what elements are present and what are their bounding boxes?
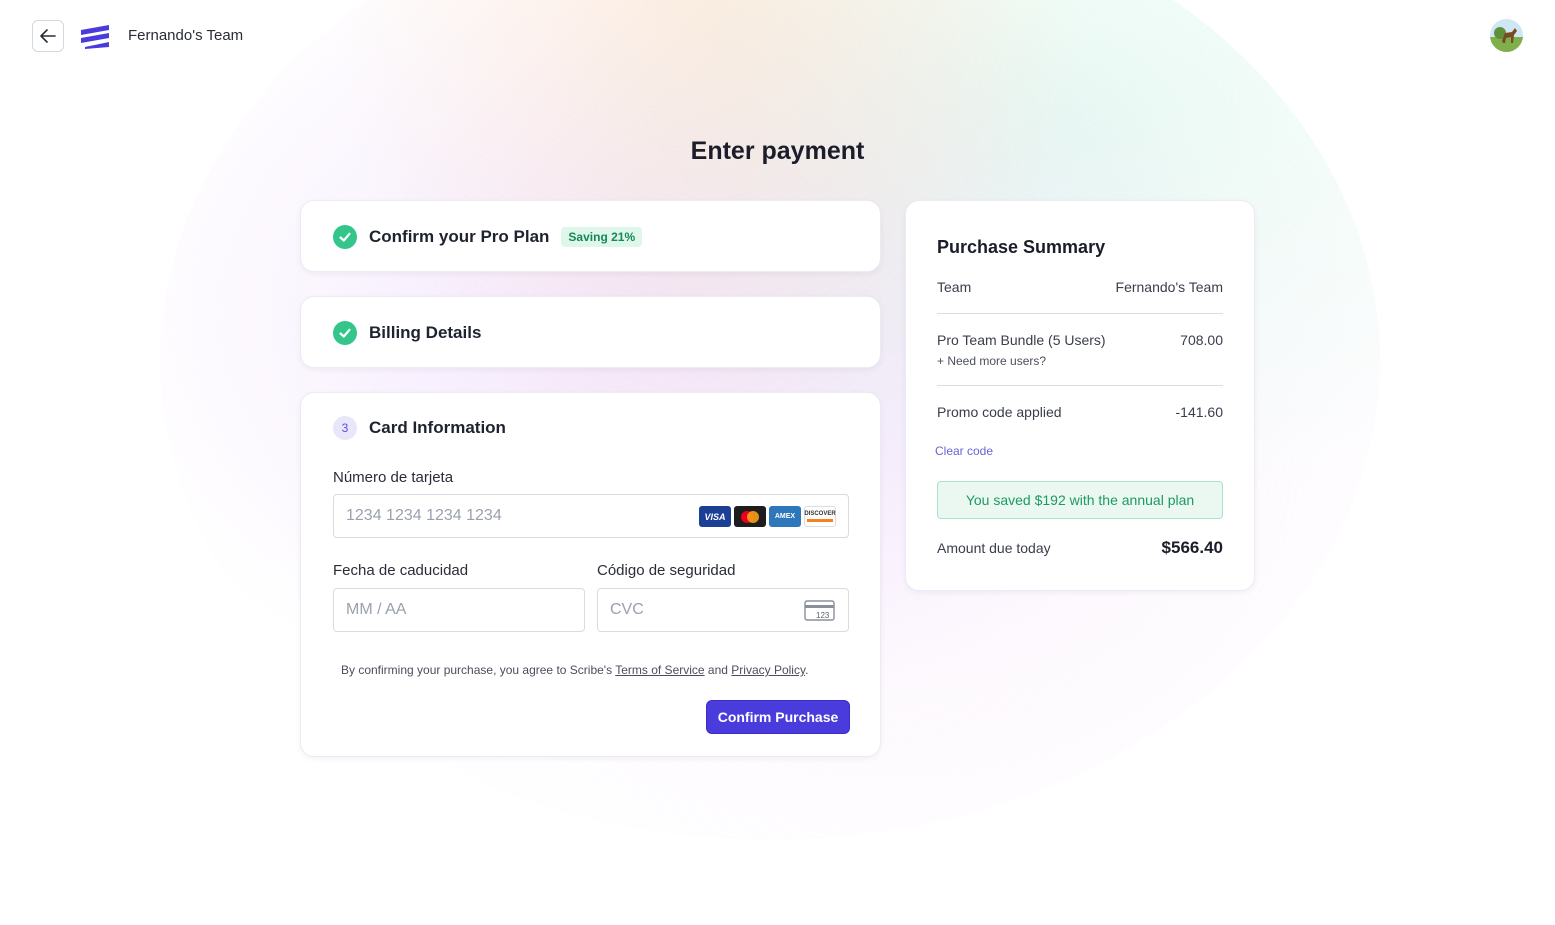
arrow-left-icon [40,29,56,43]
card-brand-logos: VISA AMEX DISCOVER [699,506,836,527]
card-info-step-card: 3 Card Information Número de tarjeta 123… [300,392,881,757]
team-name: Fernando's Team [128,27,244,44]
summary-title: Purchase Summary [937,237,1106,257]
cvc-placeholder: CVC [610,601,644,618]
mastercard-icon [734,506,766,527]
check-circle-icon [333,225,357,249]
team-row: Team Fernando's Team [937,279,1223,295]
billing-step-card[interactable]: Billing Details [300,296,881,368]
legal-and: and [704,663,732,677]
team-value: Fernando's Team [1115,279,1223,295]
legal-text: By confirming your purchase, you agree t… [341,663,808,677]
terms-link[interactable]: Terms of Service [615,663,704,677]
amount-due-row: Amount due today $566.40 [937,538,1223,558]
divider [937,313,1223,314]
cvc-label: Código de seguridad [597,562,736,579]
avatar-image-icon [1490,19,1523,52]
card-step-title: Card Information [369,418,506,437]
check-circle-icon [333,321,357,345]
card-number-input[interactable]: 1234 1234 1234 1234 VISA AMEX DISCOVER [333,494,849,538]
card-number-placeholder: 1234 1234 1234 1234 [346,507,502,524]
cvc-input[interactable]: CVC 123 [597,588,849,632]
step-number: 3 [333,416,357,440]
avatar[interactable] [1490,19,1523,52]
promo-row: Promo code applied -141.60 [937,404,1223,420]
promo-label: Promo code applied [937,404,1062,420]
expiry-placeholder: MM / AA [346,601,407,618]
plan-step-card[interactable]: Confirm your Pro Plan Saving 21% [300,200,881,272]
bundle-label: Pro Team Bundle (5 Users) [937,332,1106,348]
amount-label: Amount due today [937,540,1051,556]
expiry-label: Fecha de caducidad [333,562,469,579]
clear-code-link[interactable]: Clear code [935,444,993,458]
expiry-input[interactable]: MM / AA [333,588,585,632]
need-more-users-link[interactable]: + Need more users? [937,354,1046,368]
divider [937,385,1223,386]
bundle-value: 708.00 [1180,332,1223,348]
plan-step-title: Confirm your Pro Plan [369,227,550,246]
page-title: Enter payment [690,137,865,165]
back-button[interactable] [32,20,64,52]
confirm-purchase-button[interactable]: Confirm Purchase [707,701,849,733]
card-number-label: Número de tarjeta [333,469,454,486]
billing-step-title: Billing Details [369,323,482,342]
purchase-summary-card: Purchase Summary Team Fernando's Team Pr… [905,200,1255,591]
privacy-link[interactable]: Privacy Policy [731,663,805,677]
discover-icon: DISCOVER [804,506,836,527]
amount-value: $566.40 [1161,538,1223,557]
amex-icon: AMEX [769,506,801,527]
legal-suffix: . [805,663,809,677]
saving-badge: Saving 21% [561,227,643,247]
promo-value: -141.60 [1175,404,1223,420]
visa-icon: VISA [699,506,731,527]
team-label: Team [937,279,972,295]
svg-text:123: 123 [816,611,830,620]
legal-prefix: By confirming your purchase, you agree t… [341,663,616,677]
bundle-row: Pro Team Bundle (5 Users) 708.00 [937,332,1223,348]
savings-banner: You saved $192 with the annual plan [937,481,1223,519]
cvc-card-icon: 123 [804,600,835,621]
scribe-logo-icon [81,25,109,49]
